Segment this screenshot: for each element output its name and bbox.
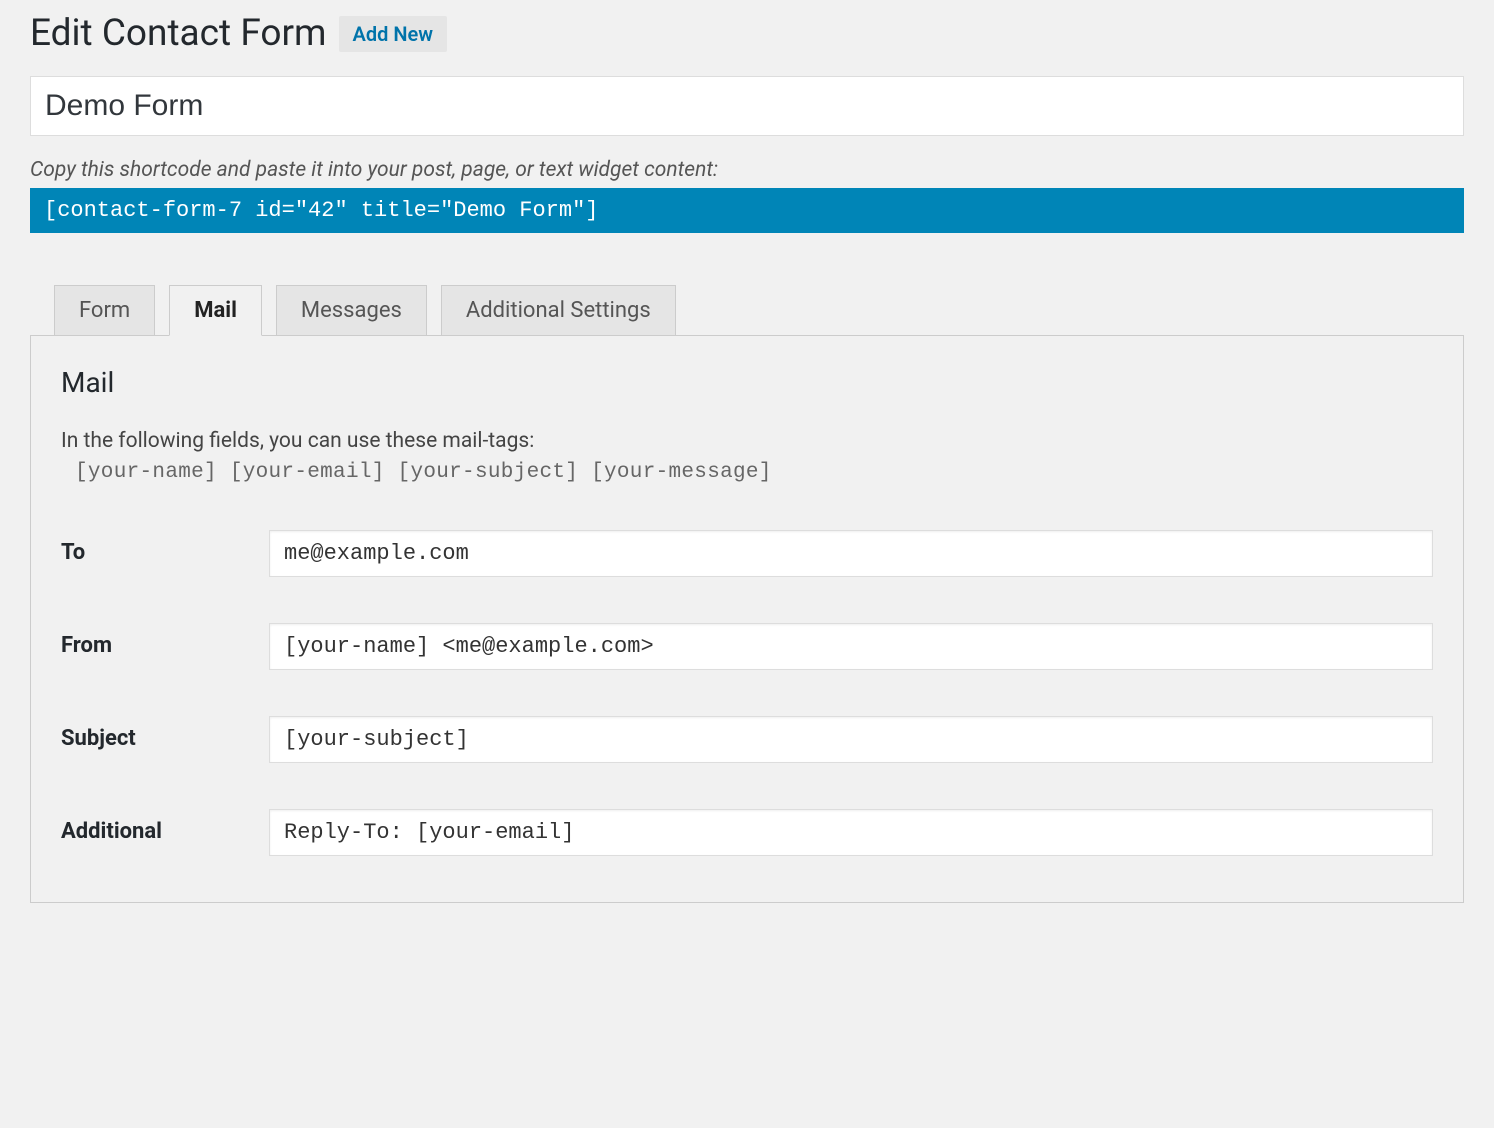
mail-panel-title: Mail xyxy=(61,366,1433,399)
page-title: Edit Contact Form xyxy=(30,10,327,58)
from-input[interactable] xyxy=(269,623,1433,670)
field-row-additional: Additional xyxy=(61,809,1433,856)
subject-label: Subject xyxy=(61,716,269,751)
shortcode-help-text: Copy this shortcode and paste it into yo… xyxy=(30,158,1464,182)
shortcode-box[interactable]: [contact-form-7 id="42" title="Demo Form… xyxy=(30,188,1464,233)
field-row-from: From xyxy=(61,623,1433,670)
from-label: From xyxy=(61,623,269,658)
field-row-to: To xyxy=(61,530,1433,577)
field-row-subject: Subject xyxy=(61,716,1433,763)
tab-messages[interactable]: Messages xyxy=(276,285,427,336)
page-header: Edit Contact Form Add New xyxy=(30,10,1464,58)
mail-tags-list: [your-name] [your-email] [your-subject] … xyxy=(75,461,1433,484)
to-label: To xyxy=(61,530,269,565)
tab-additional-settings[interactable]: Additional Settings xyxy=(441,285,676,336)
tab-list: Form Mail Messages Additional Settings xyxy=(54,285,1464,335)
subject-input[interactable] xyxy=(269,716,1433,763)
tab-mail[interactable]: Mail xyxy=(169,285,262,336)
add-new-button[interactable]: Add New xyxy=(339,16,448,52)
mail-tags-help: In the following fields, you can use the… xyxy=(61,429,1433,453)
form-title-input[interactable] xyxy=(30,76,1464,136)
additional-label: Additional xyxy=(61,809,269,844)
mail-panel: Mail In the following fields, you can us… xyxy=(30,335,1464,903)
additional-input[interactable] xyxy=(269,809,1433,856)
to-input[interactable] xyxy=(269,530,1433,577)
tab-form[interactable]: Form xyxy=(54,285,155,336)
